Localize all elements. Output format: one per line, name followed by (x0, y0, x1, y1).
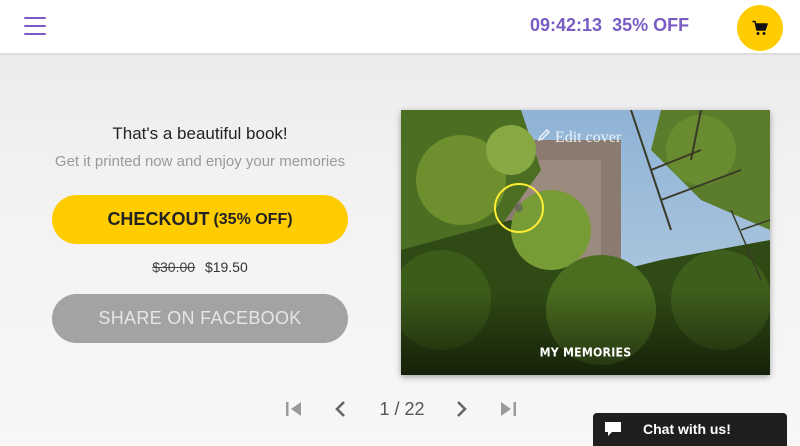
page-navigator: 1 / 22 (280, 395, 520, 423)
top-bar: 09:42:13 35% OFF (0, 0, 800, 53)
price-line: $30.00 $19.50 (50, 259, 350, 275)
new-price: $19.50 (204, 259, 248, 275)
hamburger-menu-icon[interactable] (24, 16, 48, 36)
checkout-label: CHECKOUT (107, 209, 210, 229)
chat-label: Chat with us! (643, 421, 731, 437)
skip-last-icon[interactable] (497, 398, 519, 420)
countdown-timer: 09:42:13 (530, 15, 603, 35)
chevron-left-icon[interactable] (330, 398, 352, 420)
chat-widget[interactable]: Chat with us! (593, 413, 787, 446)
subheadline: Get it printed now and enjoy your memori… (54, 153, 346, 170)
discount-label: 35% OFF (612, 15, 690, 35)
promo-timer: 09:42:13 35% OFF (530, 15, 689, 37)
book-title[interactable]: MY MEMORIES (401, 345, 770, 359)
old-price: $30.00 (152, 259, 196, 275)
checkout-discount: (35% OFF) (213, 210, 293, 228)
edit-cover-label: Edit cover (555, 129, 622, 146)
edit-cover-button[interactable]: Edit cover (537, 128, 621, 147)
cart-button[interactable] (737, 5, 783, 51)
checkout-button[interactable]: CHECKOUT (35% OFF) (52, 195, 348, 244)
skip-first-icon[interactable] (283, 398, 305, 420)
chevron-right-icon[interactable] (450, 398, 472, 420)
book-cover-preview[interactable]: Edit cover MY MEMORIES (401, 110, 770, 375)
pencil-icon (537, 128, 551, 147)
chat-bubble-icon (603, 420, 623, 444)
page-counter: 1 / 22 (379, 399, 425, 419)
cover-photo (401, 110, 770, 375)
focus-point-marker[interactable] (494, 183, 544, 233)
headline: That's a beautiful book! (112, 124, 288, 143)
focus-dot (515, 204, 523, 212)
share-facebook-button[interactable]: SHARE ON FACEBOOK (52, 294, 348, 343)
shopping-cart-icon (752, 20, 768, 35)
